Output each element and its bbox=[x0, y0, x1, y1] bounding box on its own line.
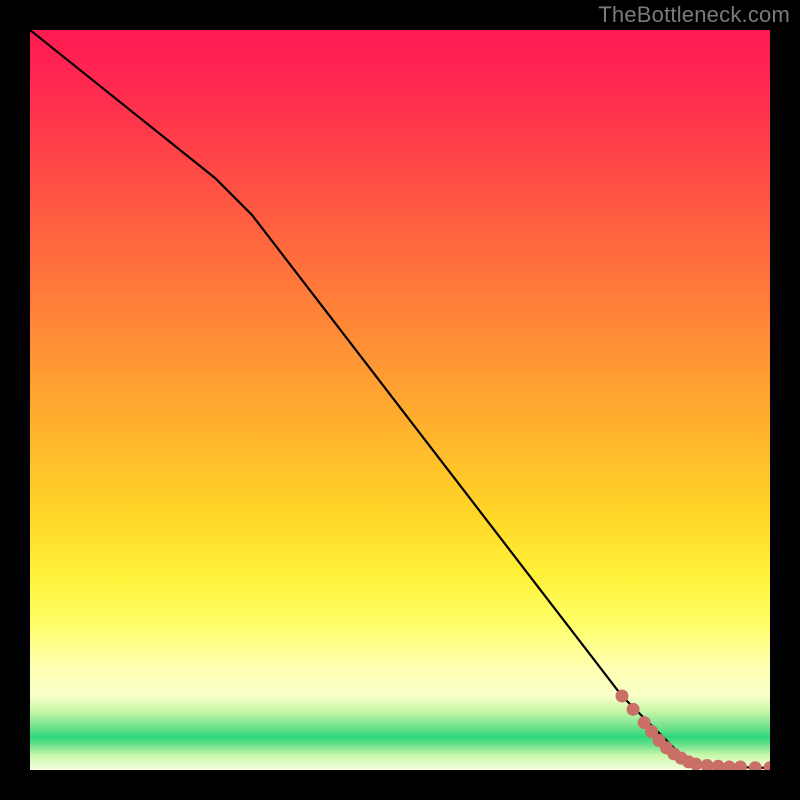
pt-a bbox=[616, 690, 628, 702]
chart-overlay bbox=[30, 30, 770, 770]
pt-l bbox=[712, 760, 724, 770]
pt-n bbox=[734, 761, 746, 770]
pt-b bbox=[627, 703, 639, 715]
watermark-text: TheBottleneck.com bbox=[598, 2, 790, 28]
pt-p bbox=[764, 762, 770, 770]
pt-o bbox=[749, 762, 761, 770]
marker-group bbox=[616, 690, 770, 770]
plot-area bbox=[30, 30, 770, 770]
pt-j bbox=[690, 758, 702, 770]
main-curve bbox=[30, 30, 770, 768]
pt-k bbox=[701, 760, 713, 770]
pt-m bbox=[723, 761, 735, 770]
chart-frame: TheBottleneck.com bbox=[0, 0, 800, 800]
